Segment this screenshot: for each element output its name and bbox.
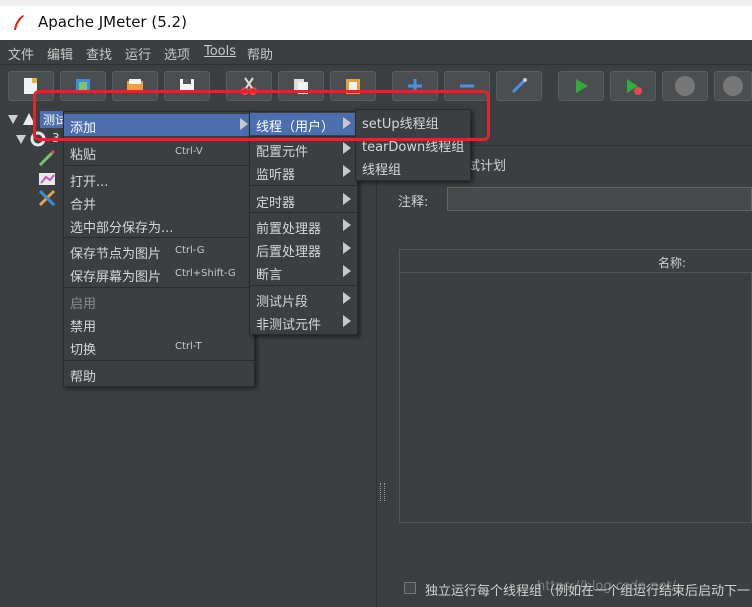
tree-child-label[interactable]: 3: [52, 131, 60, 145]
play-icon: [576, 79, 588, 93]
open-folder-icon: [127, 79, 143, 92]
chevron-right-icon: [240, 118, 248, 130]
submenu-item-test-fragment[interactable]: 测试片段: [250, 288, 357, 310]
menu-tools[interactable]: Tools: [204, 44, 236, 59]
menu-item-merge[interactable]: 合并: [64, 191, 254, 213]
independent-run-checkbox[interactable]: [404, 582, 416, 594]
submenu-item-timer[interactable]: 定时器: [250, 189, 357, 211]
minus-icon: [460, 84, 474, 88]
menu-help[interactable]: 帮助: [247, 44, 273, 63]
menu-edit[interactable]: 编辑: [47, 44, 73, 63]
menu-item-toggle[interactable]: 切换 Ctrl-T: [64, 336, 254, 358]
tools-icon: [38, 189, 56, 207]
variables-table[interactable]: 名称:: [399, 249, 752, 523]
menu-run[interactable]: 运行: [125, 44, 151, 63]
paste-clipboard-icon: [346, 79, 360, 94]
expand-button[interactable]: [392, 71, 438, 101]
table-header: 名称:: [400, 250, 752, 273]
tree-expand-icon[interactable]: [8, 115, 18, 125]
templates-icon: [76, 79, 90, 93]
copy-icon: [294, 79, 308, 94]
submenu-item-config[interactable]: 配置元件: [250, 138, 357, 160]
submenu-item-threads[interactable]: 线程（用户）: [250, 113, 357, 135]
chevron-right-icon: [343, 219, 351, 231]
toggle-button[interactable]: [496, 71, 542, 101]
chevron-right-icon: [343, 117, 351, 129]
menu-item-add[interactable]: 添加: [64, 114, 254, 136]
submenu-item-preprocessor[interactable]: 前置处理器: [250, 215, 357, 237]
chevron-right-icon: [343, 292, 351, 304]
context-menu: 添加 粘贴 Ctrl-V 打开... 合并 选中部分保存为... 保存节点为图片…: [63, 111, 255, 387]
wand-icon: [511, 78, 527, 94]
new-button[interactable]: [8, 71, 54, 101]
chevron-right-icon: [343, 193, 351, 205]
paste-button[interactable]: [330, 71, 376, 101]
shutdown-icon: [723, 76, 743, 96]
chevron-right-icon: [343, 265, 351, 277]
test-plan-icon: [23, 113, 35, 125]
add-submenu: 线程（用户） 配置元件 监听器 定时器 前置处理器 后置处理器 断言 测试片段 …: [249, 111, 358, 335]
menu-item-open[interactable]: 打开...: [64, 168, 254, 190]
table-header-name: 名称:: [658, 256, 687, 270]
panel-title-fragment: 试计划: [467, 159, 507, 174]
save-button[interactable]: [164, 71, 210, 101]
menu-search[interactable]: 查找: [86, 44, 112, 63]
menu-item-disable[interactable]: 禁用: [64, 313, 254, 335]
menu-item-save-selection[interactable]: 选中部分保存为...: [64, 214, 254, 236]
thread-item-setup[interactable]: setUp线程组: [356, 110, 470, 132]
test-plan-panel: 试计划 注释: 名称: 独立运行每个线程组（例如在一个组运行结束后启动下一 ht…: [387, 109, 752, 607]
split-divider[interactable]: [376, 109, 387, 607]
comment-input[interactable]: [447, 187, 752, 211]
menu-item-save-screen-image[interactable]: 保存屏幕为图片 Ctrl+Shift-G: [64, 263, 254, 285]
window-title: Apache JMeter (5.2): [38, 13, 187, 31]
menu-item-enable[interactable]: 启用: [64, 290, 254, 312]
menu-options[interactable]: 选项: [164, 44, 190, 63]
chevron-right-icon: [343, 315, 351, 327]
start-no-pauses-button[interactable]: [610, 71, 656, 101]
chevron-right-icon: [343, 165, 351, 177]
new-file-icon: [24, 78, 37, 94]
submenu-item-assertion[interactable]: 断言: [250, 261, 357, 283]
watermark: https://blog.csdn.net/...: [537, 579, 689, 594]
submenu-item-postprocessor[interactable]: 后置处理器: [250, 238, 357, 260]
copy-button[interactable]: [278, 71, 324, 101]
menu-file[interactable]: 文件: [8, 44, 34, 63]
save-icon: [180, 79, 194, 93]
collapse-button[interactable]: [444, 71, 490, 101]
menu-item-help[interactable]: 帮助: [64, 363, 254, 385]
thread-submenu: setUp线程组 tearDown线程组 线程组: [355, 109, 471, 181]
menubar: 文件 编辑 查找 运行 选项 Tools 帮助: [0, 40, 752, 65]
thread-item-teardown[interactable]: tearDown线程组: [356, 133, 470, 155]
chevron-right-icon: [343, 142, 351, 154]
jmeter-feather-icon: [12, 14, 26, 35]
listener-graph-icon: [39, 173, 55, 185]
stop-button[interactable]: [662, 71, 708, 101]
menu-item-save-node-image[interactable]: 保存节点为图片 Ctrl-G: [64, 240, 254, 262]
toolbar: [0, 65, 752, 109]
submenu-item-non-test[interactable]: 非测试元件: [250, 311, 357, 333]
open-button[interactable]: [112, 71, 158, 101]
plus-icon: [408, 79, 422, 93]
cut-button[interactable]: [226, 71, 272, 101]
thread-group-gear-icon: [30, 131, 46, 147]
chevron-right-icon: [343, 242, 351, 254]
shutdown-button[interactable]: [714, 71, 752, 101]
play-no-pause-icon: [627, 79, 642, 95]
stop-icon: [675, 76, 695, 96]
submenu-item-listener[interactable]: 监听器: [250, 161, 357, 183]
thread-item-group[interactable]: 线程组: [356, 156, 470, 178]
menu-item-paste[interactable]: 粘贴 Ctrl-V: [64, 141, 254, 163]
sampler-pencil-icon: [38, 149, 56, 167]
templates-button[interactable]: [60, 71, 106, 101]
start-button[interactable]: [558, 71, 604, 101]
tree-expand-icon-2[interactable]: [16, 135, 26, 145]
window-titlebar: Apache JMeter (5.2): [0, 6, 752, 40]
scissors-icon: [241, 77, 257, 95]
divider-grip-icon[interactable]: [380, 483, 385, 501]
comment-label: 注释:: [398, 195, 429, 210]
